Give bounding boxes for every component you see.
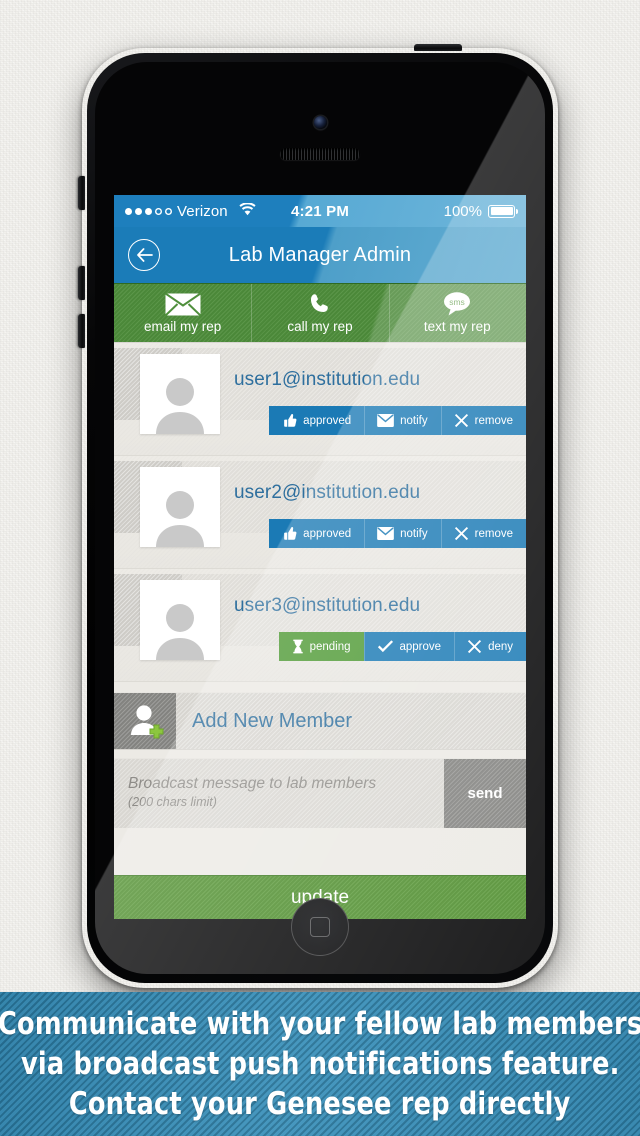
back-button[interactable]: [128, 239, 160, 271]
broadcast-hint: (200 chars limit): [128, 795, 217, 809]
envelope-icon: [164, 292, 201, 316]
front-camera-icon: [314, 116, 327, 129]
battery-percent-label: 100%: [443, 202, 482, 220]
caption-line: via broadcast push notifications feature…: [20, 1045, 620, 1082]
deny-button[interactable]: deny: [454, 632, 526, 661]
add-new-member-row[interactable]: Add New Member: [114, 692, 526, 750]
avatar: [140, 467, 220, 547]
phone-front-glass: Verizon 4:21 PM 100% Lab Manager Admin e…: [95, 62, 545, 974]
power-button[interactable]: [414, 44, 462, 51]
member-actions: approved notify remove: [269, 406, 526, 435]
x-icon: [467, 639, 482, 654]
action-label: approved: [303, 527, 352, 540]
phone-icon: [308, 292, 332, 316]
table-row[interactable]: user3@institution.edu pending approve de…: [114, 569, 526, 682]
action-label: remove: [474, 414, 513, 427]
approved-button[interactable]: approved: [269, 519, 365, 548]
person-placeholder-icon: [156, 604, 204, 660]
action-label: pending: [309, 640, 351, 653]
call-my-rep-label: call my rep: [287, 319, 353, 334]
action-label: deny: [488, 640, 513, 653]
rep-contact-bar: email my rep call my rep sms text my rep: [114, 283, 526, 343]
call-my-rep-button[interactable]: call my rep: [251, 284, 388, 342]
check-icon: [377, 639, 394, 654]
action-label: remove: [474, 527, 513, 540]
earpiece-speaker: [280, 148, 360, 160]
broadcast-placeholder: Broadcast message to lab members: [128, 775, 377, 792]
member-email[interactable]: user1@institution.edu: [234, 369, 420, 391]
approved-button[interactable]: approved: [269, 406, 365, 435]
volume-up-button[interactable]: [78, 266, 85, 300]
navigation-bar: Lab Manager Admin: [114, 227, 526, 283]
pending-status-button[interactable]: pending: [278, 632, 364, 661]
broadcast-input[interactable]: Broadcast message to lab members (200 ch…: [114, 759, 444, 828]
email-my-rep-button[interactable]: email my rep: [114, 284, 251, 342]
envelope-icon: [377, 527, 394, 540]
send-button[interactable]: send: [444, 759, 526, 828]
sms-bubble-icon: sms: [437, 292, 477, 316]
action-label: notify: [400, 414, 428, 427]
remove-button[interactable]: remove: [440, 406, 526, 435]
member-email[interactable]: user2@institution.edu: [234, 482, 420, 504]
member-actions: pending approve deny: [278, 632, 526, 661]
x-icon: [454, 526, 469, 541]
action-label: notify: [400, 527, 428, 540]
thumbs-up-icon: [282, 526, 297, 541]
text-my-rep-button[interactable]: sms text my rep: [389, 284, 526, 342]
svg-text:sms: sms: [450, 297, 466, 307]
home-button-square: [310, 917, 330, 937]
x-icon: [454, 413, 469, 428]
table-row[interactable]: user1@institution.edu approved notify re…: [114, 343, 526, 456]
person-placeholder-icon: [156, 491, 204, 547]
battery-icon: [488, 204, 518, 218]
add-person-icon: [114, 693, 176, 749]
mute-switch[interactable]: [78, 176, 85, 210]
promo-caption-banner: Communicate with your fellow lab members…: [0, 992, 640, 1136]
add-new-member-label: Add New Member: [192, 709, 353, 732]
notify-button[interactable]: notify: [364, 519, 441, 548]
volume-down-button[interactable]: [78, 314, 85, 348]
table-row[interactable]: user2@institution.edu approved notify re…: [114, 456, 526, 569]
person-placeholder-icon: [156, 378, 204, 434]
envelope-icon: [377, 414, 394, 427]
iphone-device-frame: Verizon 4:21 PM 100% Lab Manager Admin e…: [78, 44, 558, 988]
broadcast-message-row: Broadcast message to lab members (200 ch…: [114, 758, 526, 828]
action-label: approve: [399, 640, 442, 653]
app-screen: Verizon 4:21 PM 100% Lab Manager Admin e…: [114, 195, 526, 919]
email-my-rep-label: email my rep: [144, 319, 222, 334]
back-arrow-icon: [136, 248, 153, 262]
remove-button[interactable]: remove: [440, 519, 526, 548]
phone-bezel: Verizon 4:21 PM 100% Lab Manager Admin e…: [87, 53, 553, 983]
caption-line: Contact your Genesee rep directly: [69, 1086, 571, 1123]
hourglass-icon: [292, 639, 304, 654]
status-bar: Verizon 4:21 PM 100%: [114, 195, 526, 227]
thumbs-up-icon: [282, 413, 297, 428]
member-email[interactable]: user3@institution.edu: [234, 595, 420, 617]
caption-line: Communicate with your fellow lab members: [0, 1005, 640, 1042]
approve-button[interactable]: approve: [363, 632, 455, 661]
notify-button[interactable]: notify: [364, 406, 441, 435]
avatar: [140, 354, 220, 434]
home-button[interactable]: [291, 898, 349, 956]
page-title: Lab Manager Admin: [228, 243, 412, 266]
battery-status: 100%: [443, 202, 518, 220]
avatar: [140, 580, 220, 660]
action-label: approved: [303, 414, 352, 427]
member-actions: approved notify remove: [269, 519, 526, 548]
text-my-rep-label: text my rep: [423, 319, 491, 334]
member-list: user1@institution.edu approved notify re…: [114, 343, 526, 682]
